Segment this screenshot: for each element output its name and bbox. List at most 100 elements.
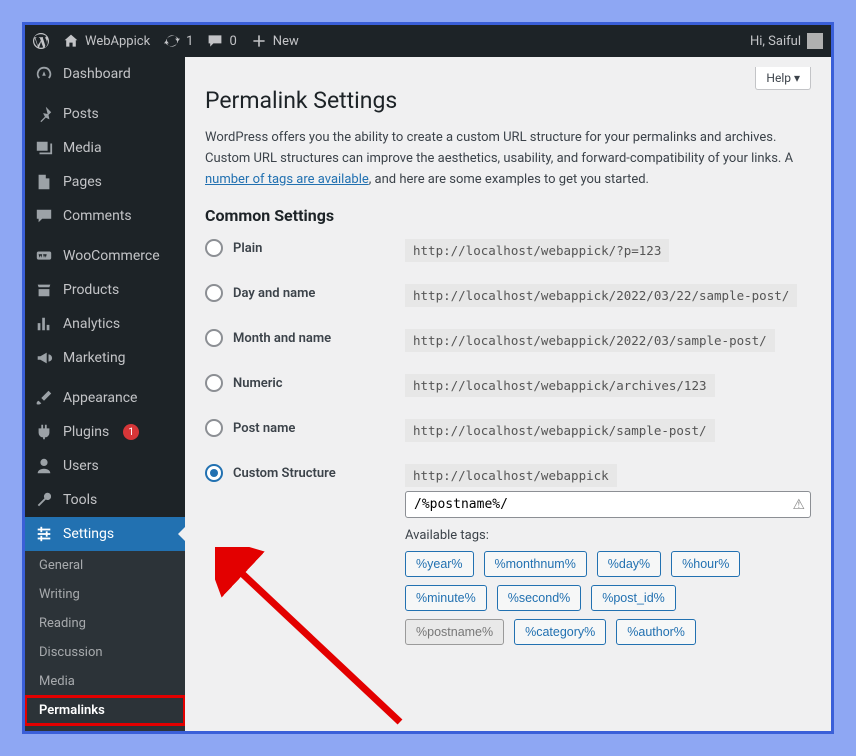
option-label: Month and name xyxy=(233,331,331,346)
example-monthname: http://localhost/webappick/2022/03/sampl… xyxy=(405,329,775,352)
sidebar-item-comments[interactable]: Comments xyxy=(25,199,185,233)
wp-logo[interactable] xyxy=(33,33,49,49)
available-tags: %year% %monthnum% %day% %hour% %minute% … xyxy=(405,551,811,653)
submenu-discussion[interactable]: Discussion xyxy=(25,638,185,667)
dashboard-icon xyxy=(35,65,53,83)
option-label: Custom Structure xyxy=(233,466,336,481)
input-warning-icon: ⚠ xyxy=(792,497,805,513)
sidebar-item-plugins[interactable]: Plugins 1 xyxy=(25,415,185,449)
main-content: Help ▾ Permalink Settings WordPress offe… xyxy=(185,57,831,731)
sidebar-item-woocommerce[interactable]: WooCommerce xyxy=(25,239,185,273)
option-monthname[interactable]: Month and name xyxy=(205,329,405,347)
update-icon xyxy=(164,33,180,49)
sidebar-item-label: Settings xyxy=(63,526,114,542)
sidebar-item-label: Users xyxy=(63,458,99,474)
media-icon xyxy=(35,139,53,157)
tools-icon xyxy=(35,491,53,509)
site-name: WebAppick xyxy=(85,34,150,49)
radio-numeric[interactable] xyxy=(205,374,223,392)
tag-second[interactable]: %second% xyxy=(497,585,582,611)
sidebar-item-users[interactable]: Users xyxy=(25,449,185,483)
page-title: Permalink Settings xyxy=(205,87,811,114)
option-label: Numeric xyxy=(233,376,283,391)
submenu-general[interactable]: General xyxy=(25,551,185,580)
new-label: New xyxy=(273,34,299,49)
sidebar-item-analytics[interactable]: Analytics xyxy=(25,307,185,341)
products-icon xyxy=(35,281,53,299)
pages-icon xyxy=(35,173,53,191)
radio-dayname[interactable] xyxy=(205,284,223,302)
tag-postid[interactable]: %post_id% xyxy=(591,585,676,611)
sidebar-item-label: Analytics xyxy=(63,316,120,332)
radio-monthname[interactable] xyxy=(205,329,223,347)
tag-author[interactable]: %author% xyxy=(616,619,696,645)
sidebar-item-media[interactable]: Media xyxy=(25,131,185,165)
custom-prefix: http://localhost/webappick xyxy=(405,464,617,487)
sidebar-item-tools[interactable]: Tools xyxy=(25,483,185,517)
intro-text: WordPress offers you the ability to crea… xyxy=(205,128,811,190)
users-icon xyxy=(35,457,53,475)
common-settings-heading: Common Settings xyxy=(205,206,811,225)
tag-year[interactable]: %year% xyxy=(405,551,474,577)
sidebar-item-label: Tools xyxy=(63,492,97,508)
site-name-link[interactable]: WebAppick xyxy=(63,33,150,49)
sidebar-item-posts[interactable]: Posts xyxy=(25,97,185,131)
sidebar-item-label: WooCommerce xyxy=(63,248,160,264)
admin-sidebar: Dashboard Posts Media Pages Comments xyxy=(25,57,185,731)
comments-icon xyxy=(35,207,53,225)
help-tab[interactable]: Help ▾ xyxy=(755,67,811,90)
option-postname[interactable]: Post name xyxy=(205,419,405,437)
tag-minute[interactable]: %minute% xyxy=(405,585,487,611)
example-postname: http://localhost/webappick/sample-post/ xyxy=(405,419,715,442)
comment-icon xyxy=(207,33,223,49)
sidebar-item-marketing[interactable]: Marketing xyxy=(25,341,185,375)
plugin-icon xyxy=(35,423,53,441)
help-label: Help xyxy=(766,71,791,85)
tags-doc-link[interactable]: number of tags are available xyxy=(205,172,369,187)
submenu-media[interactable]: Media xyxy=(25,667,185,696)
comments-link[interactable]: 0 xyxy=(207,33,236,49)
example-plain: http://localhost/webappick/?p=123 xyxy=(405,239,669,262)
option-numeric[interactable]: Numeric xyxy=(205,374,405,392)
example-dayname: http://localhost/webappick/2022/03/22/sa… xyxy=(405,284,797,307)
analytics-icon xyxy=(35,315,53,333)
sidebar-item-dashboard[interactable]: Dashboard xyxy=(25,57,185,91)
updates-link[interactable]: 1 xyxy=(164,33,193,49)
submenu-reading[interactable]: Reading xyxy=(25,609,185,638)
woo-icon xyxy=(35,247,53,265)
home-icon xyxy=(63,33,79,49)
sidebar-item-label: Products xyxy=(63,282,119,298)
updates-count: 1 xyxy=(186,34,193,49)
sidebar-item-label: Media xyxy=(63,140,102,156)
submenu-privacy[interactable]: Privacy xyxy=(25,725,185,731)
greeting: Hi, Saiful xyxy=(750,34,801,49)
option-label: Plain xyxy=(233,241,262,256)
sidebar-item-products[interactable]: Products xyxy=(25,273,185,307)
radio-plain[interactable] xyxy=(205,239,223,257)
tag-day[interactable]: %day% xyxy=(597,551,661,577)
plugins-update-badge: 1 xyxy=(123,424,139,440)
tag-postname[interactable]: %postname% xyxy=(405,619,504,645)
option-plain[interactable]: Plain xyxy=(205,239,405,257)
new-content-link[interactable]: New xyxy=(251,33,299,49)
radio-postname[interactable] xyxy=(205,419,223,437)
submenu-permalinks[interactable]: Permalinks xyxy=(25,696,185,725)
radio-custom[interactable] xyxy=(205,464,223,482)
brush-icon xyxy=(35,389,53,407)
custom-structure-input[interactable] xyxy=(405,491,811,518)
comments-count: 0 xyxy=(229,34,236,49)
sidebar-item-appearance[interactable]: Appearance xyxy=(25,381,185,415)
pin-icon xyxy=(35,105,53,123)
option-dayname[interactable]: Day and name xyxy=(205,284,405,302)
plus-icon xyxy=(251,33,267,49)
tag-hour[interactable]: %hour% xyxy=(671,551,740,577)
sidebar-item-settings[interactable]: Settings xyxy=(25,517,185,551)
option-label: Day and name xyxy=(233,286,315,301)
tag-monthnum[interactable]: %monthnum% xyxy=(484,551,587,577)
sidebar-item-pages[interactable]: Pages xyxy=(25,165,185,199)
avatar xyxy=(807,33,823,49)
submenu-writing[interactable]: Writing xyxy=(25,580,185,609)
option-custom[interactable]: Custom Structure xyxy=(205,464,405,482)
account-link[interactable]: Hi, Saiful xyxy=(750,33,823,49)
tag-category[interactable]: %category% xyxy=(514,619,606,645)
